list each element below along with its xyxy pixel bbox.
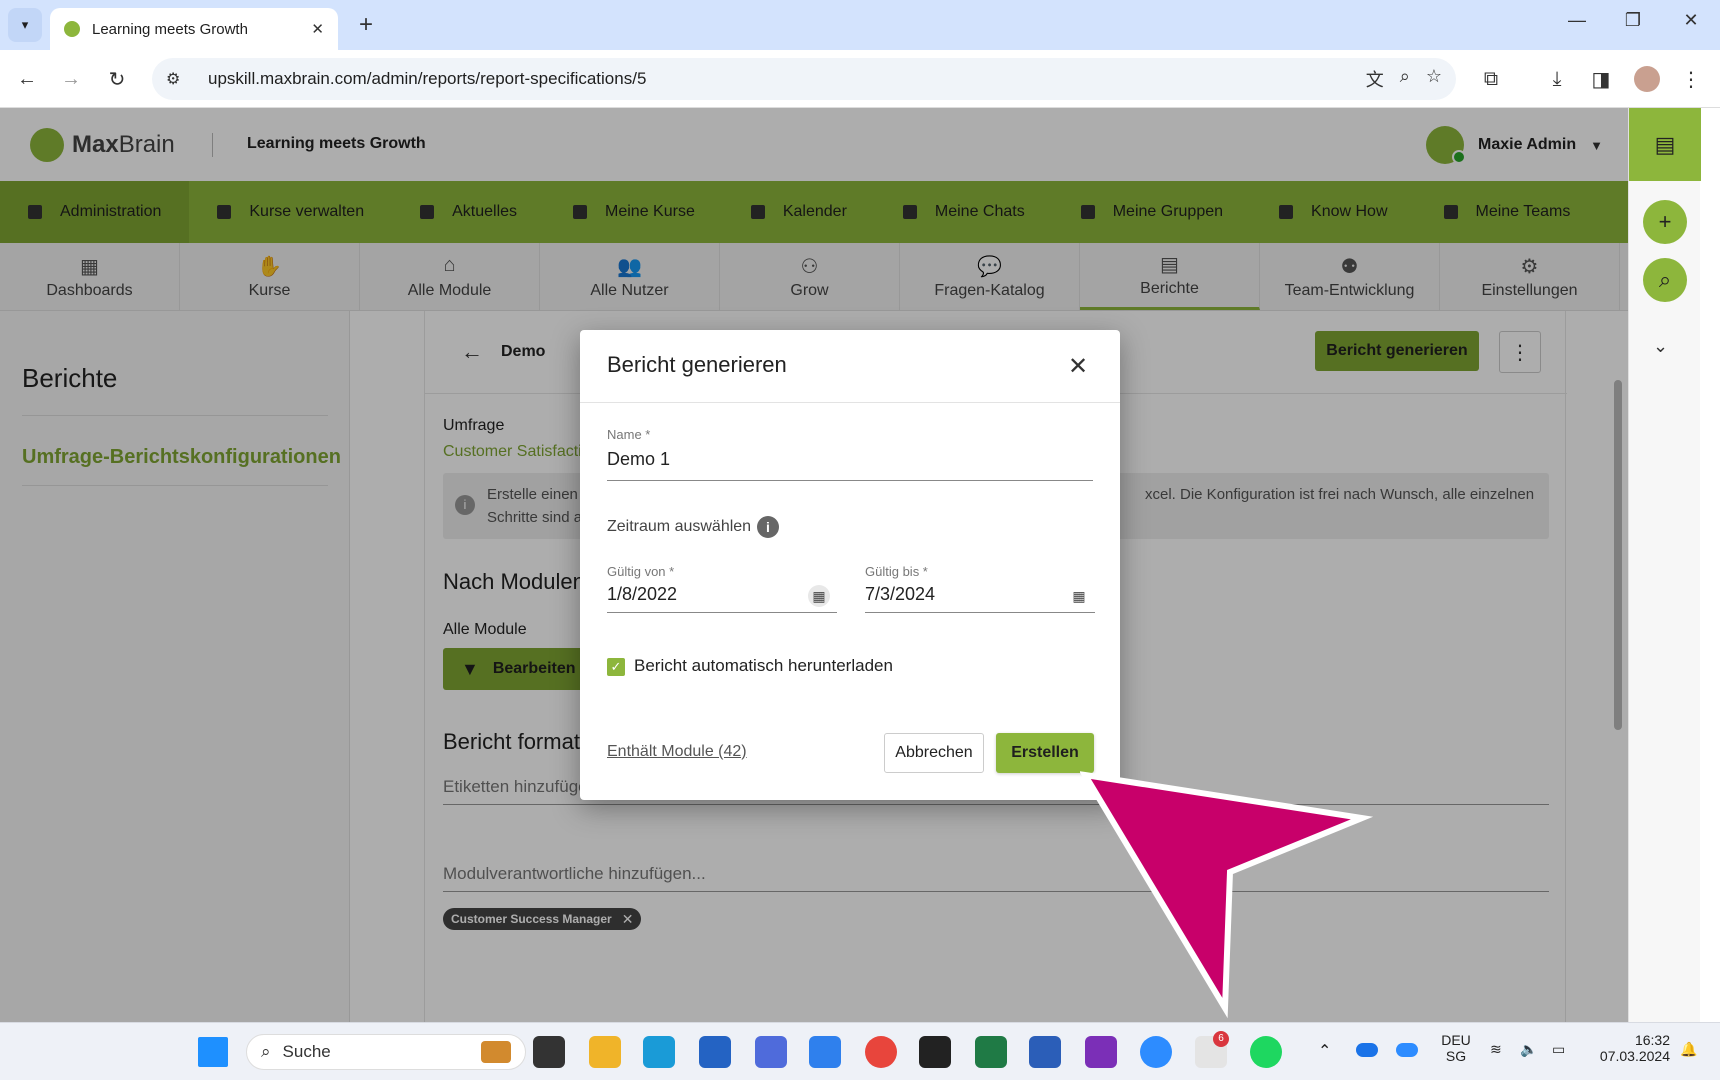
from-date-field[interactable]: 1/8/2022 <box>607 584 677 605</box>
tab-search-button[interactable]: ▾ <box>8 8 42 42</box>
search-icon[interactable]: ⌕ <box>1643 258 1687 302</box>
browser-toolbar: ← → ↻ ⚙ upskill.maxbrain.com/admin/repor… <box>0 50 1720 108</box>
browser-tab[interactable]: Learning meets Growth ✕ <box>50 8 338 50</box>
profile-avatar[interactable] <box>1632 64 1662 94</box>
reload-button[interactable]: ↻ <box>102 64 132 94</box>
restore-button[interactable]: ❐ <box>1618 10 1648 31</box>
language-indicator[interactable]: DEU SG <box>1440 1032 1472 1064</box>
bookmark-star-icon[interactable]: ☆ <box>1426 66 1442 92</box>
contains-modules-link[interactable]: Enthält Module (42) <box>607 743 747 761</box>
clock-date: 07.03.2024 <box>1599 1048 1670 1064</box>
minimize-button[interactable]: — <box>1562 10 1592 31</box>
url-text: upskill.maxbrain.com/admin/reports/repor… <box>208 69 647 88</box>
chat-icon[interactable]: ▤ <box>1629 108 1701 181</box>
add-button[interactable]: + <box>1643 200 1687 244</box>
calendar-icon[interactable]: ▦ <box>808 585 830 607</box>
zoom-icon[interactable] <box>1140 1036 1172 1068</box>
search-icon: ⌕ <box>261 1042 271 1061</box>
right-rail: ▤ + ⌕ ⌄ <box>1628 108 1701 1022</box>
forward-button[interactable]: → <box>56 64 86 94</box>
to-date-label: Gültig bis * <box>865 564 928 579</box>
arrow-shape <box>1080 771 1374 1019</box>
to-date-underline <box>865 612 1095 613</box>
tray-chevron-icon[interactable]: ⌃ <box>1318 1041 1331 1061</box>
zoom-icon[interactable]: ⌕ <box>1400 66 1410 92</box>
cloud-icon[interactable] <box>1396 1043 1418 1057</box>
info-icon[interactable]: i <box>757 516 779 538</box>
favicon-icon <box>64 21 80 37</box>
clock-time: 16:32 <box>1634 1032 1670 1048</box>
file-explorer-icon[interactable] <box>589 1036 621 1068</box>
language-region: SG <box>1445 1048 1467 1064</box>
dialog-divider <box>580 402 1120 403</box>
name-field[interactable]: Demo 1 <box>607 449 670 470</box>
battery-icon[interactable]: ▭ <box>1552 1041 1565 1058</box>
browser-menu-icon[interactable]: ⋮ <box>1676 64 1706 94</box>
store-icon[interactable] <box>699 1036 731 1068</box>
close-tab-icon[interactable]: ✕ <box>311 20 324 38</box>
windows-taskbar: ⌕ Suche 6 ⌃ DEU SG ≋ 🔈 ▭ 16:32 07.03.202… <box>0 1022 1720 1080</box>
dialog-title: Bericht generieren <box>607 352 787 377</box>
from-date-underline <box>607 612 837 613</box>
volume-icon[interactable]: 🔈 <box>1520 1041 1537 1058</box>
extensions-icon[interactable]: ⧉ <box>1476 64 1506 94</box>
tab-title: Learning meets Growth <box>92 20 248 38</box>
auto-download-checkbox[interactable]: ✓ <box>607 658 625 676</box>
browser-tabstrip: ▾ Learning meets Growth ✕ + — ❐ ✕ <box>0 0 1720 50</box>
spotify-icon[interactable] <box>1250 1036 1282 1068</box>
to-date-field[interactable]: 7/3/2024 <box>865 584 935 605</box>
excel-icon[interactable] <box>975 1036 1007 1068</box>
from-date-label: Gültig von * <box>607 564 675 579</box>
site-info-icon[interactable]: ⚙ <box>166 69 192 89</box>
app-icon[interactable] <box>755 1036 787 1068</box>
back-button[interactable]: ← <box>12 64 42 94</box>
generate-report-dialog: Bericht generieren ✕ Name * Demo 1 Zeitr… <box>580 330 1120 800</box>
name-field-label: Name * <box>607 427 651 442</box>
windows-start-icon[interactable] <box>198 1037 228 1067</box>
wifi-icon[interactable]: ≋ <box>1490 1041 1502 1058</box>
new-tab-button[interactable]: + <box>352 12 380 40</box>
taskbar-search-placeholder: Suche <box>282 1042 331 1061</box>
language-code: DEU <box>1441 1032 1471 1048</box>
figma-icon[interactable] <box>919 1036 951 1068</box>
period-label: Zeitraum auswählen <box>607 518 752 535</box>
auto-download-label[interactable]: Bericht automatisch herunterladen <box>634 656 893 676</box>
pointer-arrow-annotation <box>1080 771 1374 1019</box>
notification-bell-icon[interactable]: 🔔 <box>1680 1041 1697 1058</box>
downloads-icon[interactable]: ⤓ <box>1542 64 1572 94</box>
calendar-icon[interactable]: ▦ <box>1068 585 1090 607</box>
chevron-down-icon[interactable]: ⌄ <box>1653 336 1668 357</box>
word-icon[interactable] <box>1029 1036 1061 1068</box>
cancel-button[interactable]: Abbrechen <box>884 733 984 773</box>
edge-icon[interactable] <box>643 1036 675 1068</box>
task-view-icon[interactable] <box>533 1036 565 1068</box>
onenote-icon[interactable] <box>1085 1036 1117 1068</box>
close-icon[interactable]: ✕ <box>1068 352 1088 381</box>
name-field-underline <box>607 480 1093 481</box>
slack-badge: 6 <box>1213 1031 1229 1047</box>
side-panel-icon[interactable]: ◨ <box>1586 64 1616 94</box>
taskbar-search[interactable]: ⌕ Suche <box>246 1034 526 1070</box>
translate-icon[interactable]: 文 <box>1366 66 1384 92</box>
close-window-button[interactable]: ✕ <box>1676 10 1706 31</box>
clock[interactable]: 16:32 07.03.2024 <box>1592 1032 1670 1064</box>
address-bar[interactable]: ⚙ upskill.maxbrain.com/admin/reports/rep… <box>152 58 1456 100</box>
todo-icon[interactable] <box>809 1036 841 1068</box>
briefcase-icon <box>481 1041 511 1063</box>
onedrive-icon[interactable] <box>1356 1043 1378 1057</box>
chrome-icon[interactable] <box>865 1036 897 1068</box>
